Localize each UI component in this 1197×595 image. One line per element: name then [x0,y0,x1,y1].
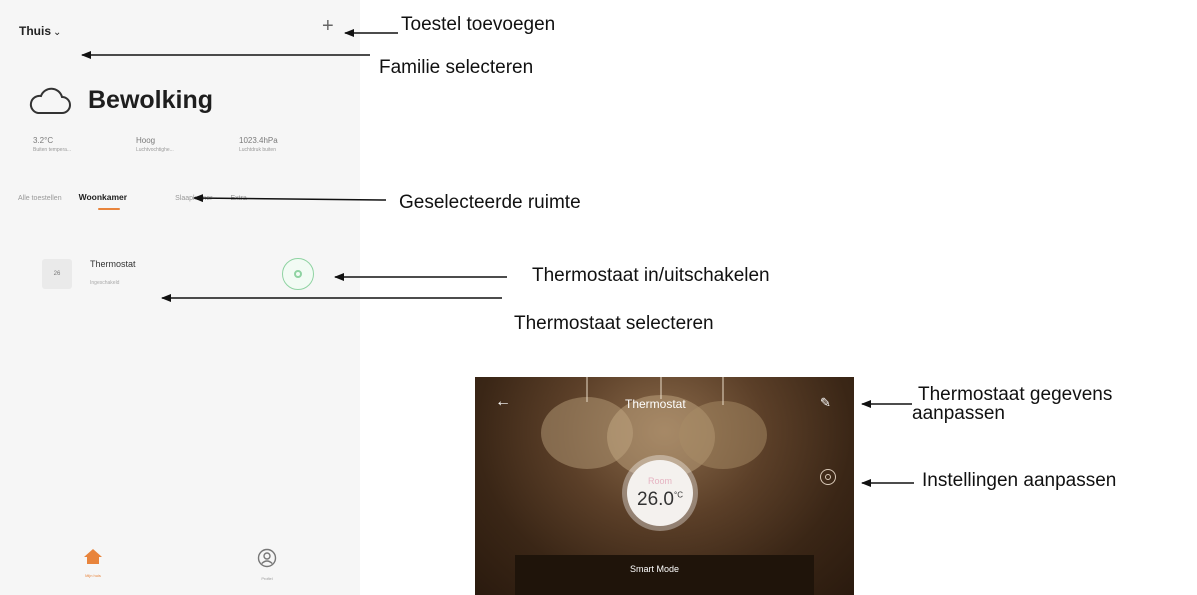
settings-icon[interactable] [820,469,836,485]
device-status: Ingeschakeld [90,280,120,286]
annotation-selected-room: Geselecteerde ruimte [399,192,581,213]
nav-home[interactable]: Mijn huis [68,548,118,578]
annotation-select-family: Familie selecteren [379,57,534,78]
temperature-value: 26.0 [637,488,674,510]
tab-woonkamer-label: Woonkamer [78,192,128,202]
power-icon [294,270,302,278]
dial-label: Room [647,475,672,486]
annotation-add-device: Toestel toevoegen [401,14,556,35]
phone-home-screen: Thuis ⌄ + Bewolking 3.2°C Buiten tempera.… [0,0,360,595]
temperature-dial[interactable]: Room 26.0°C [627,460,693,526]
annotation-adjust-settings: Instellingen aanpassen [922,470,1117,491]
weather-metrics: 3.2°C Buiten tempera... Hoog Luchtvochti… [33,136,342,153]
mode-area [515,555,814,595]
metric-value: 3.2°C [33,136,54,145]
profile-icon [257,548,277,568]
annotation-edit-thermostat-line2: aanpassen [912,403,1005,424]
thermostat-device-icon: 26 [42,259,72,289]
metric-pressure: 1023.4hPa Luchtdruk buiten [239,136,342,153]
back-arrow-icon[interactable]: ← [495,393,511,411]
home-icon [84,549,102,564]
metric-label: Buiten tempera... [33,147,72,153]
nav-home-label: Mijn huis [85,573,101,578]
edit-pencil-icon[interactable]: ✎ [820,395,831,411]
mode-label[interactable]: Smart Mode [630,564,679,574]
active-tab-indicator [97,208,120,210]
tab-slaapkamer[interactable]: Slaapkamer [175,195,212,202]
power-toggle-button[interactable] [282,258,314,290]
annotation-select-thermostat: Thermostaat selecteren [514,313,714,334]
bottom-navigation: Mijn huis Profiel [0,548,360,595]
detail-title: Thermostat [625,397,686,411]
temperature-readout: 26.0°C [637,489,683,511]
room-tabs: Alle toestellen Woonkamer Slaapkamer Ext… [18,192,247,210]
thermostat-device-card[interactable]: 26 Thermostat Ingeschakeld [42,255,322,295]
cloud-icon [29,87,71,114]
chevron-down-icon: ⌄ [53,27,62,38]
metric-label: Luchtdruk buiten [239,147,276,153]
add-device-button[interactable]: + [322,16,334,36]
family-label: Thuis [19,24,51,38]
weather-summary: Bewolking [28,86,213,115]
device-name: Thermostat [90,259,136,269]
tab-extra[interactable]: Extra [230,195,246,202]
weather-condition: Bewolking [88,86,214,114]
tab-all-devices[interactable]: Alle toestellen [18,195,62,202]
temperature-unit: °C [674,490,683,500]
metric-value: 1023.4hPa [239,136,278,145]
metric-value: Hoog [136,136,156,145]
nav-profile[interactable]: Profiel [242,548,292,581]
family-selector[interactable]: Thuis ⌄ [19,24,61,38]
nav-profile-label: Profiel [261,576,273,581]
annotation-toggle-thermostat: Thermostaat in/uitschakelen [532,265,770,286]
tab-woonkamer[interactable]: Woonkamer [78,192,128,210]
thermostat-detail-screen: ← Thermostat ✎ Room 26.0°C Smart Mode [475,377,854,595]
metric-temperature: 3.2°C Buiten tempera... [33,136,136,153]
metric-humidity: Hoog Luchtvochtighe... [136,136,239,153]
metric-label: Luchtvochtighe... [136,147,174,153]
